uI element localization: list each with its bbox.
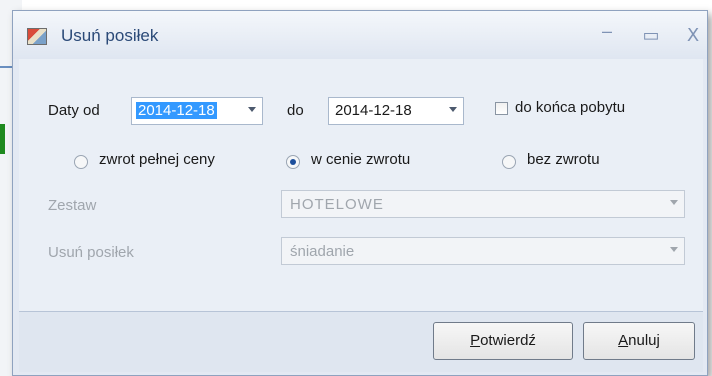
date-to-value: 2014-12-18 [335,102,412,119]
chevron-down-icon[interactable] [248,107,256,112]
close-button[interactable]: X [681,25,705,46]
radio-refund-price[interactable] [286,155,300,169]
date-from-label: Daty od [48,102,100,119]
radio-no-refund-label[interactable]: bez zwrotu [527,151,600,168]
background-accent-green [0,124,5,154]
maximize-button[interactable]: ▭ [639,25,663,46]
set-value: HOTELOWE [290,196,384,213]
minimize-button[interactable]: – [595,21,619,42]
date-from-value: 2014-12-18 [136,102,217,119]
background-accent [0,66,12,68]
set-label: Zestaw [48,197,97,214]
dialog-body: Daty od 2014-12-18 do 2014-12-18 do końc… [19,59,703,311]
confirm-button-label: otwierdź [480,332,536,349]
chevron-down-icon [670,200,678,205]
radio-refund-price-label[interactable]: w cenie zwrotu [311,151,410,168]
date-to-label: do [287,102,304,119]
cancel-button[interactable]: Anuluj [583,322,695,360]
radio-full-refund[interactable] [74,155,88,169]
title-bar[interactable]: Usuń posiłek – ▭ X [13,11,707,59]
dialog-footer: Potwierdź Anuluj [19,311,703,372]
app-icon [27,28,47,45]
until-end-label[interactable]: do końca pobytu [515,99,625,116]
radio-no-refund[interactable] [502,155,516,169]
cancel-button-label: nuluj [628,332,660,349]
chevron-down-icon [670,247,678,252]
date-to-picker[interactable]: 2014-12-18 [328,97,464,125]
chevron-down-icon[interactable] [449,107,457,112]
confirm-button[interactable]: Potwierdź [433,322,573,360]
meal-dropdown: śniadanie [281,237,685,265]
meal-label: Usuń posiłek [48,244,134,261]
until-end-checkbox[interactable] [495,102,508,115]
set-dropdown: HOTELOWE [281,190,685,218]
dialog-window: Usuń posiłek – ▭ X Daty od 2014-12-18 do… [12,10,708,376]
radio-full-refund-label[interactable]: zwrot pełnej ceny [99,151,215,168]
window-title: Usuń posiłek [61,26,159,45]
cancel-button-mnemonic: A [618,332,629,349]
confirm-button-mnemonic: P [470,332,481,349]
meal-value: śniadanie [290,243,355,260]
date-from-picker[interactable]: 2014-12-18 [131,97,263,125]
